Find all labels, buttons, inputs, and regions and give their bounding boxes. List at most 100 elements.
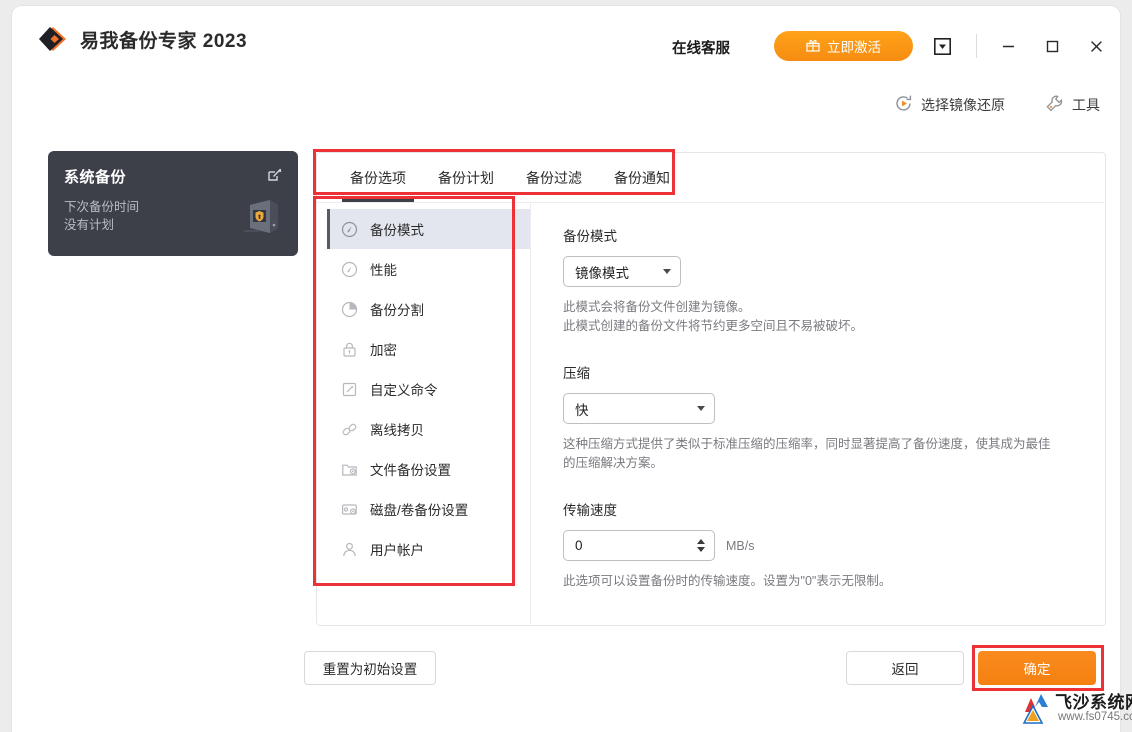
activate-label: 立即激活	[827, 40, 881, 55]
priority-section-label: 优先级	[563, 621, 604, 624]
sidebar-item-backup-mode[interactable]: 备份模式	[327, 209, 530, 249]
hint-line: 这种压缩方式提供了类似于标准压缩的压缩率，同时显著提高了备份速度，使其成为最佳	[563, 437, 1051, 451]
confirm-button[interactable]: 确定	[978, 651, 1096, 685]
transfer-speed-label: 传输速度	[563, 503, 617, 518]
chevron-down-icon	[697, 406, 705, 411]
sidebar-item-user-account[interactable]: 用户帐户	[327, 529, 530, 569]
fs-mountain-logo-icon	[1022, 690, 1052, 729]
spinner-arrows-icon[interactable]	[697, 539, 705, 552]
performance-gauge-icon	[341, 261, 358, 278]
sidebar-item-label: 自定义命令	[370, 383, 438, 398]
tab-label: 备份计划	[438, 169, 494, 186]
toolbar-item-label: 选择镜像还原	[921, 97, 1005, 113]
toolbar-item-label: 工具	[1072, 97, 1100, 113]
gauge-icon	[341, 221, 358, 238]
hint-line: 此选项可以设置备份时的传输速度。设置为"0"表示无限制。	[563, 574, 892, 588]
settings-sidebar: 备份模式 性能 备份分割 加密 自定义命令 离线拷贝 文件备份设置 磁盘/卷备份…	[327, 203, 531, 625]
transfer-speed-group: 传输速度 0 MB/s 此选项可以设置备份时的传输速度。设置为"0"表示无限制。	[563, 499, 1080, 591]
user-account-icon	[341, 541, 358, 558]
transfer-speed-stepper[interactable]: 0	[563, 530, 715, 561]
settings-content-pane: 备份模式 镜像模式 此模式会将备份文件创建为镜像。 此模式创建的备份文件将节约更…	[532, 203, 1104, 624]
sidebar-item-label: 性能	[370, 263, 397, 278]
minimize-icon	[1002, 45, 1014, 47]
online-support-link[interactable]: 在线客服	[672, 37, 730, 58]
folder-settings-icon	[341, 461, 358, 478]
next-backup-label: 下次备份时间	[64, 200, 140, 214]
transfer-speed-unit: MB/s	[726, 538, 755, 553]
compression-value: 快	[575, 402, 589, 418]
select-image-restore-button[interactable]: 选择镜像还原	[894, 94, 1005, 116]
sidebar-item-label: 加密	[370, 343, 397, 358]
sidebar-item-backup-split[interactable]: 备份分割	[327, 289, 530, 329]
transfer-speed-row: 0 MB/s	[563, 530, 1080, 561]
sidebar-item-label: 文件备份设置	[370, 463, 451, 478]
tools-button[interactable]: 工具	[1045, 94, 1100, 116]
eassos-diamond-logo-icon	[37, 24, 67, 54]
backup-options-panel: 备份选项 备份计划 备份过滤 备份通知 备份模式 性能 备份分割 加密 自定义命…	[316, 152, 1106, 626]
minimize-button[interactable]	[994, 32, 1022, 60]
system-backup-task-card[interactable]: 系统备份 下次备份时间 没有计划	[48, 151, 298, 256]
watermark-url: www.fs0745.com	[1058, 711, 1132, 723]
hint-line: 此模式创建的备份文件将节约更多空间且不易被破坏。	[563, 319, 864, 333]
tab-label: 备份通知	[614, 169, 670, 186]
sidebar-item-label: 离线拷贝	[370, 423, 424, 438]
maximize-button[interactable]	[1038, 32, 1066, 60]
pie-split-icon	[341, 301, 358, 318]
tab-backup-notification[interactable]: 备份通知	[598, 153, 686, 202]
sidebar-item-offline-copy[interactable]: 离线拷贝	[327, 409, 530, 449]
window-menu-button[interactable]	[928, 32, 956, 60]
app-title: 易我备份专家 2023	[80, 30, 248, 52]
activate-now-button[interactable]: 立即激活	[774, 31, 913, 61]
compression-group: 压缩 快 这种压缩方式提供了类似于标准压缩的压缩率，同时显著提高了备份速度，使其…	[563, 362, 1080, 473]
edit-square-icon[interactable]	[266, 166, 283, 188]
compression-label: 压缩	[563, 366, 590, 381]
tab-label: 备份过滤	[526, 169, 582, 186]
sidebar-item-encryption[interactable]: 加密	[327, 329, 530, 369]
transfer-speed-value: 0	[575, 538, 583, 553]
tab-label: 备份选项	[350, 169, 406, 186]
tab-backup-schedule[interactable]: 备份计划	[422, 153, 510, 202]
hint-line: 的压缩解决方案。	[563, 456, 664, 470]
title-bar: 易我备份专家 2023 在线客服 立即激活	[12, 6, 1120, 72]
gift-icon	[806, 38, 820, 54]
backup-mode-value: 镜像模式	[575, 265, 629, 281]
sidebar-item-label: 用户帐户	[370, 543, 424, 558]
computer-shield-icon	[236, 197, 282, 244]
spinner-up-icon[interactable]	[697, 539, 705, 544]
reset-to-default-button[interactable]: 重置为初始设置	[304, 651, 436, 685]
sidebar-item-custom-command[interactable]: 自定义命令	[327, 369, 530, 409]
tab-backup-options[interactable]: 备份选项	[334, 153, 422, 202]
edit-command-icon	[341, 381, 358, 398]
application-window: 易我备份专家 2023 在线客服 立即激活 选择镜像还原 工具 系统备份 下次备…	[12, 6, 1120, 732]
tab-backup-filter[interactable]: 备份过滤	[510, 153, 598, 202]
task-card-title: 系统备份	[64, 169, 127, 186]
brand: 易我备份专家 2023	[37, 24, 247, 54]
watermark-name: 飞沙系统网	[1055, 693, 1132, 712]
sidebar-item-performance[interactable]: 性能	[327, 249, 530, 289]
caret-down-box-icon	[933, 37, 951, 55]
back-button[interactable]: 返回	[846, 651, 964, 685]
backup-mode-select[interactable]: 镜像模式	[563, 256, 681, 287]
spinner-down-icon[interactable]	[697, 547, 705, 552]
sidebar-item-label: 备份分割	[370, 303, 424, 318]
close-button[interactable]	[1082, 32, 1110, 60]
compression-hint: 这种压缩方式提供了类似于标准压缩的压缩率，同时显著提高了备份速度，使其成为最佳 …	[563, 435, 1080, 473]
hint-line: 此模式会将备份文件创建为镜像。	[563, 300, 751, 314]
watermark: 飞沙系统网 www.fs0745.com	[1022, 688, 1132, 732]
sidebar-item-disk-volume-backup-settings[interactable]: 磁盘/卷备份设置	[327, 489, 530, 529]
chevron-down-icon	[663, 269, 671, 274]
sidebar-item-file-backup-settings[interactable]: 文件备份设置	[327, 449, 530, 489]
compression-select[interactable]: 快	[563, 393, 715, 424]
maximize-icon	[1046, 40, 1058, 52]
lock-icon	[341, 341, 358, 358]
wrench-tools-icon	[1045, 94, 1064, 116]
disk-settings-icon	[341, 501, 358, 518]
task-card-schedule: 下次备份时间 没有计划	[64, 198, 139, 234]
restore-image-icon	[894, 94, 913, 116]
toolbar-row: 选择镜像还原 工具	[894, 94, 1100, 116]
sidebar-item-label: 备份模式	[370, 223, 424, 238]
transfer-speed-hint: 此选项可以设置备份时的传输速度。设置为"0"表示无限制。	[563, 572, 1080, 591]
sidebar-item-label: 磁盘/卷备份设置	[370, 503, 469, 518]
tab-bar: 备份选项 备份计划 备份过滤 备份通知	[317, 153, 1105, 203]
backup-mode-group: 备份模式 镜像模式 此模式会将备份文件创建为镜像。 此模式创建的备份文件将节约更…	[563, 225, 1080, 336]
